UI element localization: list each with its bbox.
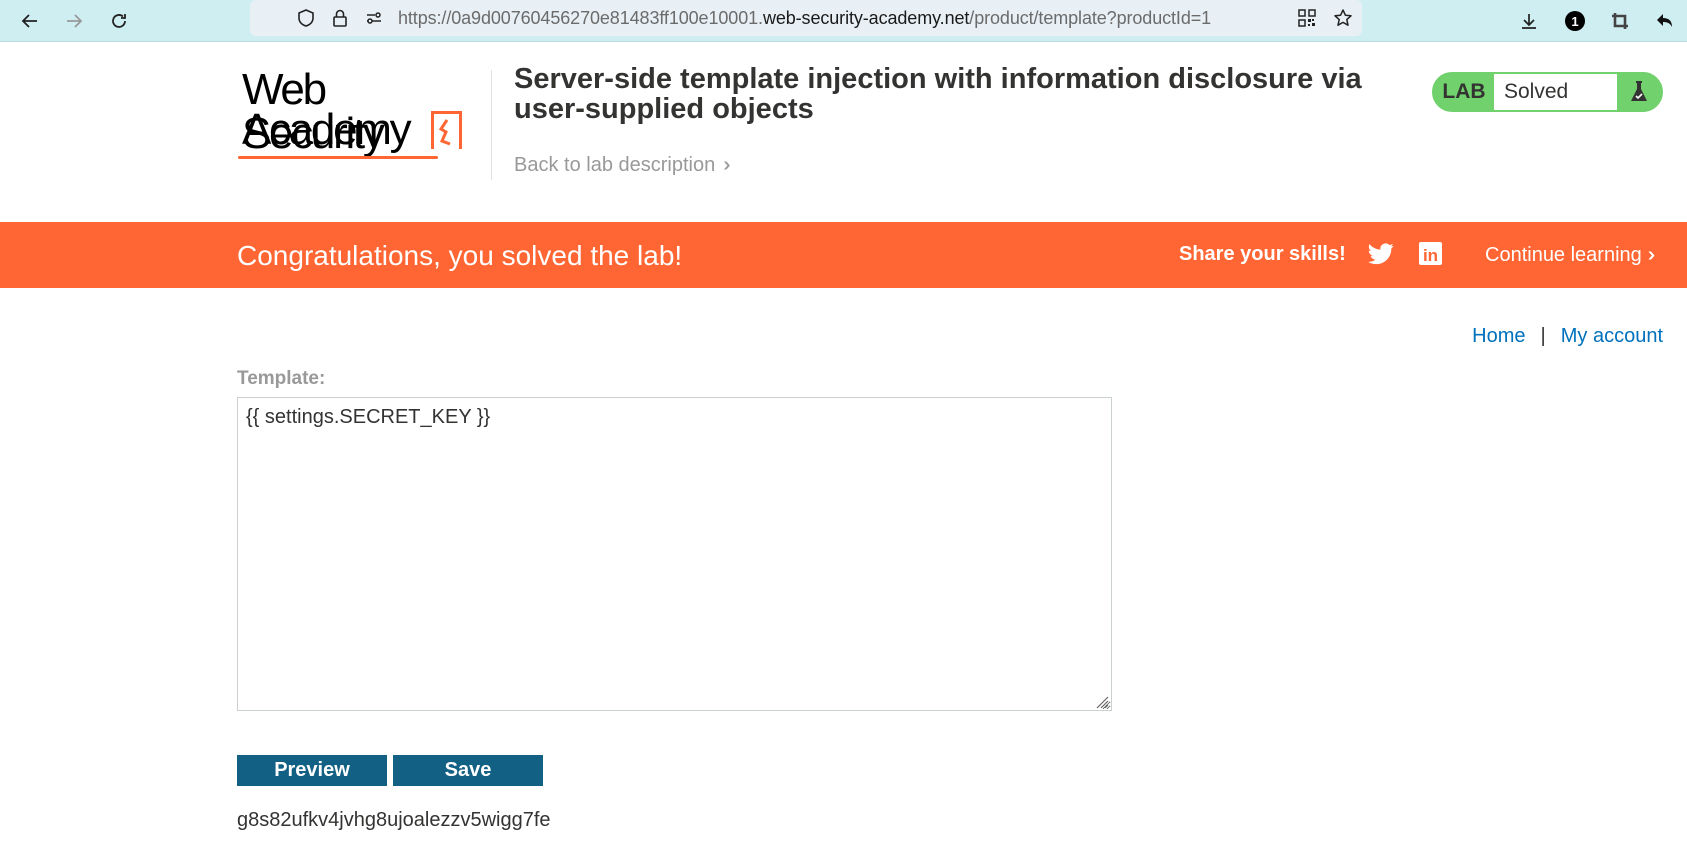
home-link[interactable]: Home [1472, 325, 1525, 348]
lab-status-widget: LAB Solved [1432, 72, 1663, 112]
continue-learning-label: Continue learning [1485, 244, 1642, 266]
template-label: Template: [237, 368, 326, 389]
double-chevron-right-icon: ›› [1647, 244, 1657, 266]
crop-button[interactable] [1605, 6, 1635, 36]
shield-icon[interactable] [296, 8, 316, 28]
rendered-template-output: g8s82ufkv4jvhg8ujoalezzv5wigg7fe [237, 809, 551, 831]
congratulations-message: Congratulations, you solved the lab! [237, 240, 683, 271]
nav-separator: | [1540, 325, 1546, 347]
reload-icon [112, 14, 126, 28]
extension-badge-count: 1 [1571, 13, 1579, 29]
browser-toolbar: https://0a9d00760456270e81483ff100e10001… [0, 0, 1687, 42]
double-chevron-right-icon: ›› [723, 154, 732, 176]
logo-lightning-box-icon [431, 111, 462, 149]
url-path: /product/template?productId=1 [969, 8, 1212, 28]
arrow-left-icon [21, 14, 37, 28]
reload-button[interactable] [104, 6, 134, 36]
template-textarea[interactable] [237, 397, 1112, 711]
crop-icon [1612, 13, 1628, 29]
download-button[interactable] [1514, 6, 1544, 36]
url-prefix: https://0a9d00760456270e81483ff100e10001… [398, 8, 763, 28]
url-host: web-security-academy.net [762, 8, 970, 28]
lab-badge: LAB [1442, 80, 1486, 103]
back-button[interactable] [15, 6, 45, 36]
my-account-link[interactable]: My account [1561, 325, 1663, 348]
twitter-share-button[interactable] [1368, 243, 1394, 267]
share-skills-label: Share your skills! [1179, 243, 1346, 265]
back-to-lab-description-link[interactable]: Back to lab description ›› [514, 154, 733, 177]
arrow-right-icon [67, 14, 83, 28]
lab-title: Server-side template injection with info… [514, 63, 1362, 125]
url-text[interactable]: https://0a9d00760456270e81483ff100e10001… [398, 8, 1211, 29]
logo-underline [238, 156, 438, 159]
undo-button[interactable] [1650, 6, 1680, 36]
qr-code-icon[interactable] [1297, 8, 1317, 28]
download-icon [1522, 14, 1536, 29]
logo-line2: Academy [242, 105, 412, 154]
address-bar[interactable]: https://0a9d00760456270e81483ff100e10001… [250, 0, 1362, 36]
linkedin-icon: in [1422, 246, 1439, 265]
top-navigation: Home | My account [1472, 325, 1663, 348]
linkedin-share-button[interactable]: in [1419, 242, 1442, 265]
sliders-icon[interactable] [364, 8, 384, 28]
continue-learning-link[interactable]: Continue learning ›› [1485, 244, 1657, 267]
lock-icon[interactable] [330, 8, 350, 28]
save-button[interactable]: Save [393, 755, 543, 786]
forward-button[interactable] [59, 6, 89, 36]
solved-banner: Congratulations, you solved the lab! Sha… [0, 222, 1687, 288]
web-security-academy-logo[interactable]: Web Security Academy [238, 68, 466, 160]
extension-button[interactable]: 1 [1560, 6, 1590, 36]
header-divider [491, 70, 492, 180]
extension-badge-icon: 1 [1565, 11, 1585, 31]
back-link-label: Back to lab description [514, 154, 716, 176]
star-icon[interactable] [1333, 8, 1353, 28]
preview-button[interactable]: Preview [237, 755, 387, 786]
flask-check-icon [1617, 80, 1661, 104]
twitter-icon [1368, 243, 1394, 265]
lab-status-text: Solved [1494, 74, 1617, 110]
undo-icon [1657, 14, 1672, 27]
